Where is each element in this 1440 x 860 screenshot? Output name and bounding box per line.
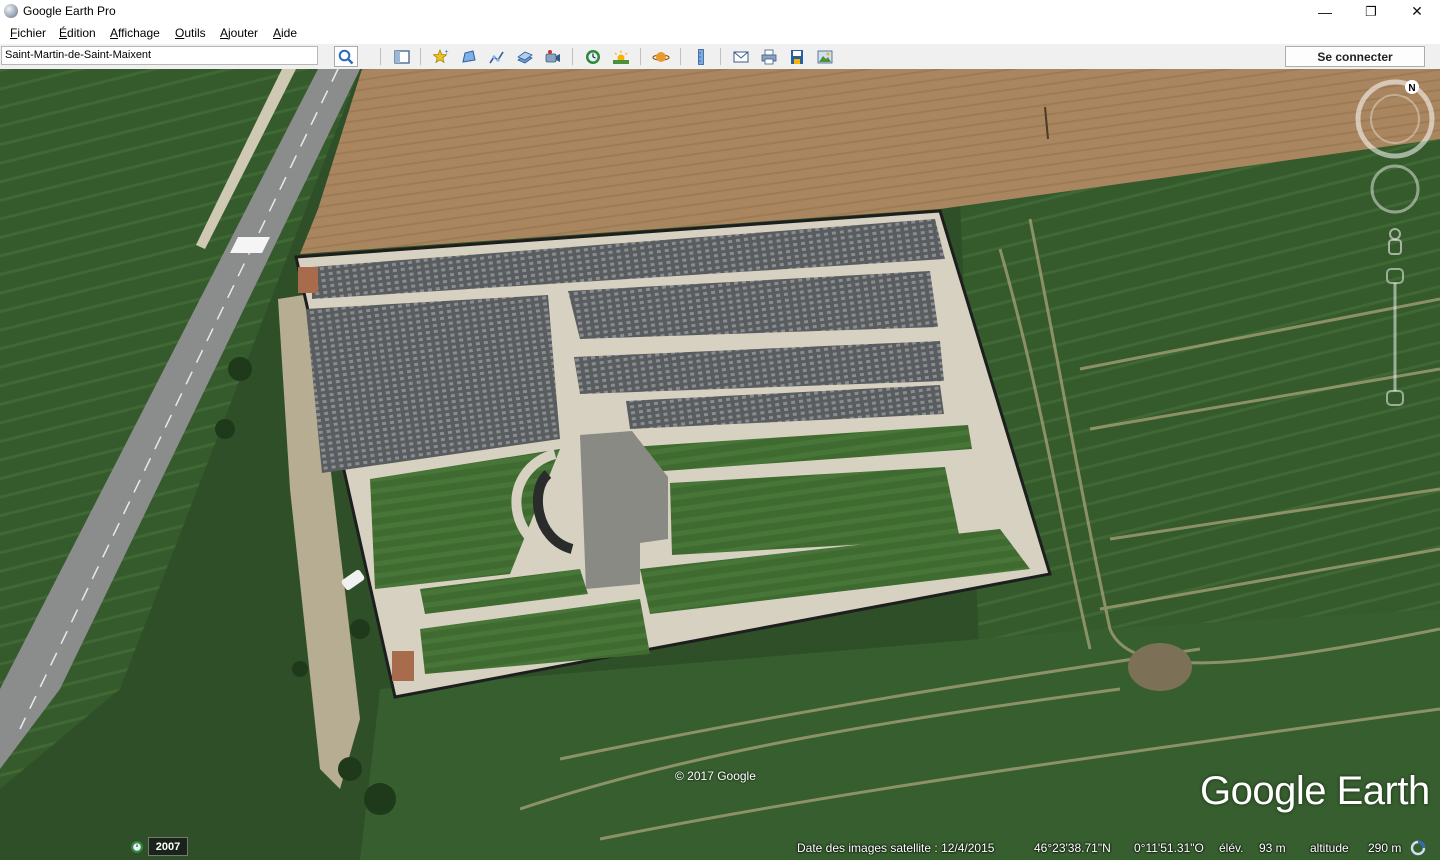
streaming-progress-icon (1410, 840, 1426, 856)
ruler-button[interactable] (689, 46, 713, 67)
title-bar: Google Earth Pro — ❐ ✕ (0, 0, 1440, 23)
search-icon (338, 49, 354, 64)
historical-imagery-button[interactable] (581, 46, 605, 67)
imagery-date: Date des images satellite : 12/4/2015 (797, 841, 995, 855)
altitude-value: 290 m (1368, 841, 1402, 855)
satellite-imagery (0, 69, 1440, 860)
email-icon (733, 51, 749, 62)
elevation-value: 93 m (1259, 841, 1286, 855)
status-bar: 2007 Date des images satellite : 12/4/20… (0, 835, 1440, 860)
historical-imagery-year[interactable]: 2007 (148, 837, 188, 856)
record-tour-button[interactable] (541, 46, 565, 67)
map-viewport[interactable]: N © 2017 Google Google Earth 2007 Date d… (0, 69, 1440, 860)
historical-imagery-icon (586, 49, 600, 64)
menu-fichier[interactable]: Fichier (10, 26, 46, 40)
sunlight-button[interactable] (609, 46, 633, 67)
historical-imagery-clock-icon[interactable] (130, 840, 144, 854)
restore-button[interactable]: ❐ (1348, 0, 1394, 23)
add-path-icon (489, 51, 504, 63)
ruler-icon (698, 48, 704, 65)
menu-ajouter[interactable]: Ajouter (220, 26, 258, 40)
print-button[interactable] (757, 46, 781, 67)
menu-bar: Fichier Édition Affichage Outils Ajouter… (0, 23, 1440, 44)
add-polygon-button[interactable] (457, 46, 481, 67)
altitude-label: altitude (1310, 841, 1349, 855)
window-title: Google Earth Pro (23, 4, 116, 18)
add-placemark-icon: + (432, 49, 449, 63)
google-earth-logo: Google Earth (1200, 769, 1430, 813)
menu-edition[interactable]: Édition (59, 26, 96, 40)
google-earth-app-icon (4, 4, 18, 18)
search-button[interactable] (334, 46, 358, 67)
print-icon (761, 49, 777, 64)
save-image-button[interactable] (785, 46, 809, 67)
navigation-controls: N (1355, 69, 1435, 429)
menu-affichage[interactable]: Affichage (110, 26, 160, 40)
record-tour-icon (545, 49, 560, 62)
view-in-maps-button[interactable] (813, 46, 837, 67)
minimize-button[interactable]: — (1302, 0, 1348, 23)
add-polygon-icon (462, 49, 476, 63)
look-joystick[interactable] (1370, 164, 1420, 214)
view-in-maps-icon (817, 50, 833, 63)
search-input[interactable] (1, 46, 318, 65)
copyright-label: © 2017 Google (675, 769, 756, 783)
svg-text:+: + (445, 49, 449, 56)
switch-planet-icon (652, 51, 670, 62)
email-button[interactable] (729, 46, 753, 67)
zoom-slider[interactable] (1386, 268, 1404, 406)
add-image-overlay-icon (517, 51, 533, 63)
compass-north-label: N (1408, 83, 1415, 94)
menu-aide[interactable]: Aide (273, 26, 297, 40)
add-path-button[interactable] (485, 46, 509, 67)
menu-outils[interactable]: Outils (175, 26, 206, 40)
close-button[interactable]: ✕ (1394, 0, 1440, 23)
latitude: 46°23'38.71"N (1034, 841, 1111, 855)
longitude: 0°11'51.31"O (1134, 841, 1204, 855)
sunlight-icon (613, 50, 629, 64)
sidebar-toggle-button[interactable] (390, 46, 414, 67)
sidebar-toggle-icon (394, 49, 410, 64)
sign-in-button[interactable]: Se connecter (1285, 46, 1425, 67)
compass-ring[interactable]: N (1355, 79, 1435, 159)
switch-planet-button[interactable] (649, 46, 673, 67)
save-image-icon (791, 49, 803, 64)
add-placemark-button[interactable]: + (429, 46, 453, 67)
elevation-label: élév. (1219, 841, 1244, 855)
add-image-overlay-button[interactable] (513, 46, 537, 67)
street-view-pegman-icon[interactable] (1388, 228, 1402, 255)
toolbar: + Se connecter (0, 44, 1440, 70)
